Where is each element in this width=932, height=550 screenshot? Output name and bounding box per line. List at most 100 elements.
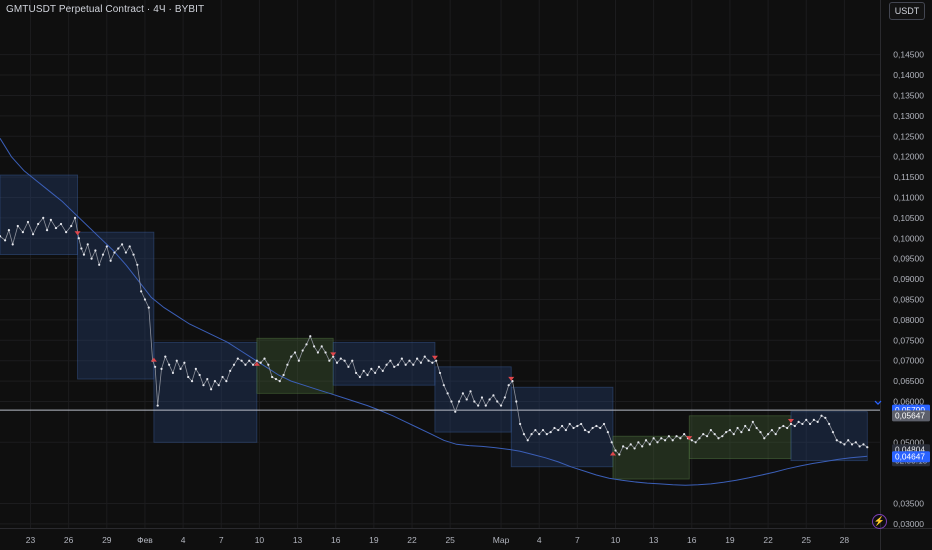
- price-point: [351, 359, 354, 362]
- price-point: [124, 251, 127, 254]
- price-point: [629, 443, 632, 446]
- price-point: [77, 237, 80, 240]
- price-point: [385, 363, 388, 366]
- price-point: [492, 394, 495, 397]
- price-point: [835, 439, 838, 442]
- price-point: [709, 428, 712, 432]
- x-tick-label: 16: [687, 535, 697, 545]
- price-point: [519, 422, 522, 426]
- price-point: [488, 398, 491, 401]
- price-point: [98, 263, 101, 266]
- price-point: [431, 361, 434, 364]
- price-point: [480, 396, 484, 399]
- x-tick-label: Фев: [137, 535, 153, 545]
- price-point: [847, 439, 850, 442]
- price-point: [354, 371, 358, 375]
- x-tick-label: 7: [219, 535, 224, 545]
- price-point: [419, 361, 423, 364]
- price-point: [648, 443, 651, 446]
- price-point: [675, 435, 678, 438]
- price-point: [713, 433, 716, 436]
- price-point: [679, 437, 682, 440]
- price-point: [248, 359, 251, 362]
- price-point: [213, 379, 217, 383]
- price-point: [339, 357, 342, 360]
- chart[interactable]: 0,14500 0,14000 0,13500 0,13000 0,12500 0,120…: [0, 0, 932, 550]
- price-point: [251, 363, 255, 366]
- price-point: [606, 431, 609, 434]
- price-point: [194, 367, 197, 370]
- chart-title: GMTUSDT Perpetual Contract · 4Ч · BYBIT: [6, 4, 205, 15]
- y-tick-label: 0,11500: [894, 172, 924, 182]
- price-point: [557, 428, 560, 432]
- price-point: [770, 428, 774, 432]
- range-box-green: [688, 415, 792, 460]
- y-tick-label: 0,08000: [893, 315, 924, 325]
- price-point: [496, 400, 499, 403]
- price-point: [602, 422, 606, 426]
- price-point: [65, 231, 68, 234]
- price-point: [290, 355, 293, 358]
- price-point: [663, 439, 667, 442]
- price-point: [541, 428, 545, 432]
- x-tick-label: 10: [255, 535, 265, 545]
- price-point: [90, 257, 93, 260]
- price-point: [740, 431, 743, 434]
- price-point: [217, 384, 220, 387]
- price-point: [362, 369, 365, 372]
- price-point: [824, 416, 827, 419]
- price-point: [278, 379, 281, 383]
- x-tick-label: 28: [840, 535, 850, 545]
- y-tick-label: 0,09000: [893, 274, 924, 284]
- price-point: [175, 359, 178, 362]
- price-point: [622, 445, 625, 448]
- flash-icon[interactable]: ⚡: [872, 514, 887, 529]
- price-point: [11, 243, 14, 246]
- price-point: [503, 396, 506, 399]
- price-point: [154, 365, 157, 368]
- currency-button[interactable]: USDT: [889, 2, 925, 20]
- price-point: [120, 243, 124, 246]
- y-tick-label: 0,14000: [893, 70, 924, 80]
- x-tick-label: 23: [26, 535, 36, 545]
- price-point: [416, 357, 419, 360]
- price-point: [732, 433, 735, 436]
- price-point: [747, 428, 751, 432]
- price-point: [683, 433, 686, 436]
- y-tick-label: 0,13000: [893, 111, 924, 121]
- price-point: [568, 422, 571, 426]
- price-point: [755, 426, 758, 430]
- price-point: [499, 404, 503, 407]
- y-tick-label: 0,10000: [893, 233, 924, 243]
- price-point: [236, 357, 239, 360]
- price-point: [244, 363, 247, 366]
- price-point: [26, 220, 30, 224]
- y-tick-label: 0,03000: [893, 519, 924, 529]
- price-point: [198, 373, 201, 377]
- price-point: [553, 426, 556, 430]
- price-point: [484, 404, 487, 407]
- price-point: [3, 239, 7, 242]
- price-point: [549, 431, 552, 434]
- price-point: [442, 384, 445, 387]
- price-point: [412, 363, 415, 366]
- price-point: [637, 441, 640, 444]
- price-point: [396, 363, 400, 366]
- x-tick-label: 22: [407, 535, 417, 545]
- price-point: [572, 426, 575, 430]
- price-point: [255, 359, 258, 362]
- price-point: [457, 400, 461, 403]
- price-point: [805, 418, 808, 421]
- price-point: [168, 363, 171, 366]
- x-tick-label: 19: [369, 535, 379, 545]
- price-point: [774, 433, 777, 436]
- price-point: [86, 243, 89, 246]
- price-point: [744, 424, 747, 428]
- price-point: [717, 437, 720, 440]
- price-point: [259, 361, 262, 364]
- price-point: [286, 363, 289, 366]
- price-point: [147, 306, 150, 309]
- price-point: [117, 247, 120, 250]
- price-point: [358, 375, 361, 379]
- price-point: [812, 418, 815, 421]
